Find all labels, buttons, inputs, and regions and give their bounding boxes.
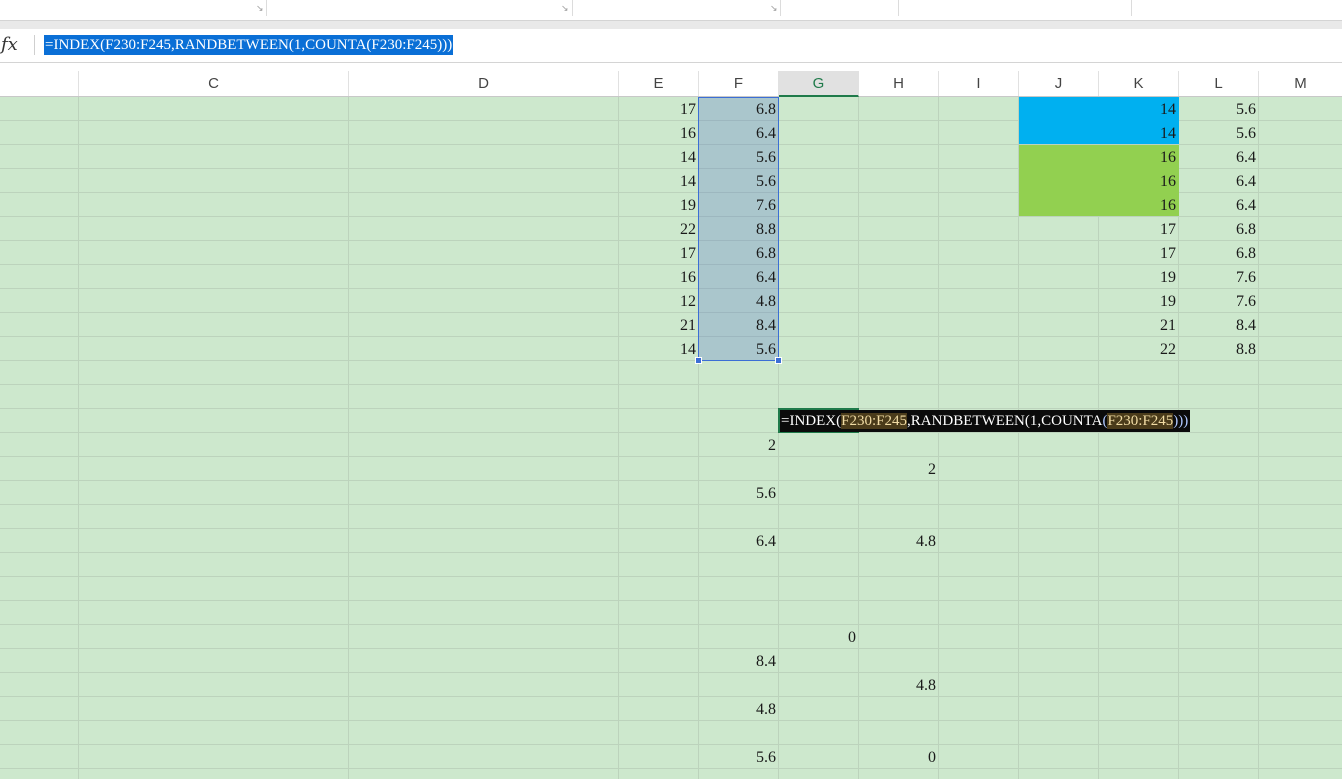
cell-f-value[interactable]: 2 (699, 433, 779, 457)
cell-h-value[interactable]: 2 (859, 457, 939, 481)
ribbon-separator (898, 0, 899, 16)
column-header-i[interactable]: I (939, 71, 1019, 96)
formula-bar: fx =INDEX(F230:F245,RANDBETWEEN(1,COUNTA… (0, 29, 1342, 63)
cell-f-value[interactable]: 6.8 (699, 97, 779, 121)
cell-l-value[interactable]: 8.8 (1179, 337, 1259, 361)
cell-f-value[interactable]: 8.4 (699, 649, 779, 673)
cell-l-value[interactable]: 5.6 (1179, 121, 1259, 145)
cell-f-value[interactable]: 5.6 (699, 745, 779, 769)
cell-k-value[interactable]: 19 (1099, 265, 1179, 289)
formula-range-ref[interactable]: F230:F245 (1107, 413, 1174, 429)
cell-e-value[interactable]: 14 (619, 145, 699, 169)
cell-f-value[interactable]: 5.6 (699, 481, 779, 505)
cell-f-value[interactable]: 6.4 (699, 529, 779, 553)
cell-k-value[interactable]: 14 (1099, 121, 1179, 145)
cell-formula-editor[interactable]: =INDEX(F230:F245,RANDBETWEEN(1,COUNTA(F2… (780, 410, 1191, 432)
formula-text: ,RANDBETWEEN(1,COUNTA (906, 413, 1103, 429)
cell-f-value[interactable]: 6.4 (699, 265, 779, 289)
cell-k-value[interactable]: 22 (1099, 337, 1179, 361)
ribbon-separator (266, 0, 267, 16)
cell-l-value[interactable]: 8.4 (1179, 313, 1259, 337)
cell-l-value[interactable]: 7.6 (1179, 289, 1259, 313)
cell-l-value[interactable]: 5.6 (1179, 97, 1259, 121)
column-header-j[interactable]: J (1019, 71, 1099, 96)
cell-e-value[interactable]: 17 (619, 97, 699, 121)
cell-f-value[interactable]: 6.8 (699, 241, 779, 265)
cell-e-value[interactable]: 14 (619, 169, 699, 193)
cell-k-value[interactable]: 16 (1099, 145, 1179, 169)
cell-k-value[interactable]: 17 (1099, 217, 1179, 241)
cell-f-value[interactable]: 6.4 (699, 121, 779, 145)
cell-g-value[interactable]: 0 (779, 625, 859, 649)
cell-k-value[interactable]: 16 (1099, 169, 1179, 193)
cell-h-value[interactable]: 4.8 (859, 529, 939, 553)
cell-e-value[interactable]: 19 (619, 193, 699, 217)
dialog-launcher-icon[interactable]: ↘ (770, 4, 778, 14)
cell-f-value[interactable]: 8.4 (699, 313, 779, 337)
cell-f-value[interactable]: 5.6 (699, 145, 779, 169)
cell-l-value[interactable]: 6.8 (1179, 217, 1259, 241)
formula-range-ref[interactable]: F230:F245 (841, 413, 907, 429)
ribbon-separator (572, 0, 573, 16)
column-header-e[interactable]: E (619, 71, 699, 96)
cell-f-value[interactable]: 7.6 (699, 193, 779, 217)
column-header-g[interactable]: G (779, 71, 859, 97)
formula-bar-divider (34, 35, 35, 55)
formula-paren: ))) (1173, 413, 1189, 429)
column-header-f[interactable]: F (699, 71, 779, 96)
ribbon-strip: ↘ ↘ ↘ (0, 0, 1342, 21)
cell-e-value[interactable]: 16 (619, 121, 699, 145)
cell-k-value[interactable]: 17 (1099, 241, 1179, 265)
cell-e-value[interactable]: 21 (619, 313, 699, 337)
cell-f-value[interactable]: 4.8 (699, 697, 779, 721)
column-header-m[interactable]: M (1259, 71, 1342, 96)
cell-l-value[interactable]: 6.8 (1179, 241, 1259, 265)
column-header-l[interactable]: L (1179, 71, 1259, 96)
cell-e-value[interactable]: 14 (619, 337, 699, 361)
cell-l-value[interactable]: 6.4 (1179, 193, 1259, 217)
cell-f-value[interactable]: 8.8 (699, 217, 779, 241)
dialog-launcher-icon[interactable]: ↘ (256, 4, 264, 14)
cell-l-value[interactable]: 6.4 (1179, 145, 1259, 169)
dialog-launcher-icon[interactable]: ↘ (561, 4, 569, 14)
column-header-c[interactable]: C (79, 71, 349, 96)
ribbon-bottom-band (0, 21, 1342, 29)
ribbon-separator (780, 0, 781, 16)
ribbon-separator (1131, 0, 1132, 16)
cell-h-value[interactable]: 0 (859, 745, 939, 769)
cell-f-value[interactable]: 4.8 (699, 289, 779, 313)
cell-f-value[interactable]: 5.6 (699, 169, 779, 193)
column-header-k[interactable]: K (1099, 71, 1179, 96)
cell-h-value[interactable]: 4.8 (859, 673, 939, 697)
formula-input[interactable]: =INDEX(F230:F245,RANDBETWEEN(1,COUNTA(F2… (44, 35, 454, 55)
column-header-d[interactable]: D (349, 71, 619, 96)
column-header-h[interactable]: H (859, 71, 939, 96)
column-header-row-gutter (0, 71, 79, 96)
cell-l-value[interactable]: 7.6 (1179, 265, 1259, 289)
cell-e-value[interactable]: 22 (619, 217, 699, 241)
cell-e-value[interactable]: 12 (619, 289, 699, 313)
cell-e-value[interactable]: 16 (619, 265, 699, 289)
cell-e-value[interactable]: 17 (619, 241, 699, 265)
cell-f-value[interactable]: 5.6 (699, 337, 779, 361)
cell-k-value[interactable]: 21 (1099, 313, 1179, 337)
formula-text: =INDEX( (781, 413, 842, 429)
cell-k-value[interactable]: 14 (1099, 97, 1179, 121)
column-header-row: C D E F G H I J K L M (0, 71, 1342, 97)
fx-icon[interactable]: fx (1, 34, 18, 55)
cell-k-value[interactable]: 19 (1099, 289, 1179, 313)
cell-k-value[interactable]: 16 (1099, 193, 1179, 217)
cell-l-value[interactable]: 6.4 (1179, 169, 1259, 193)
